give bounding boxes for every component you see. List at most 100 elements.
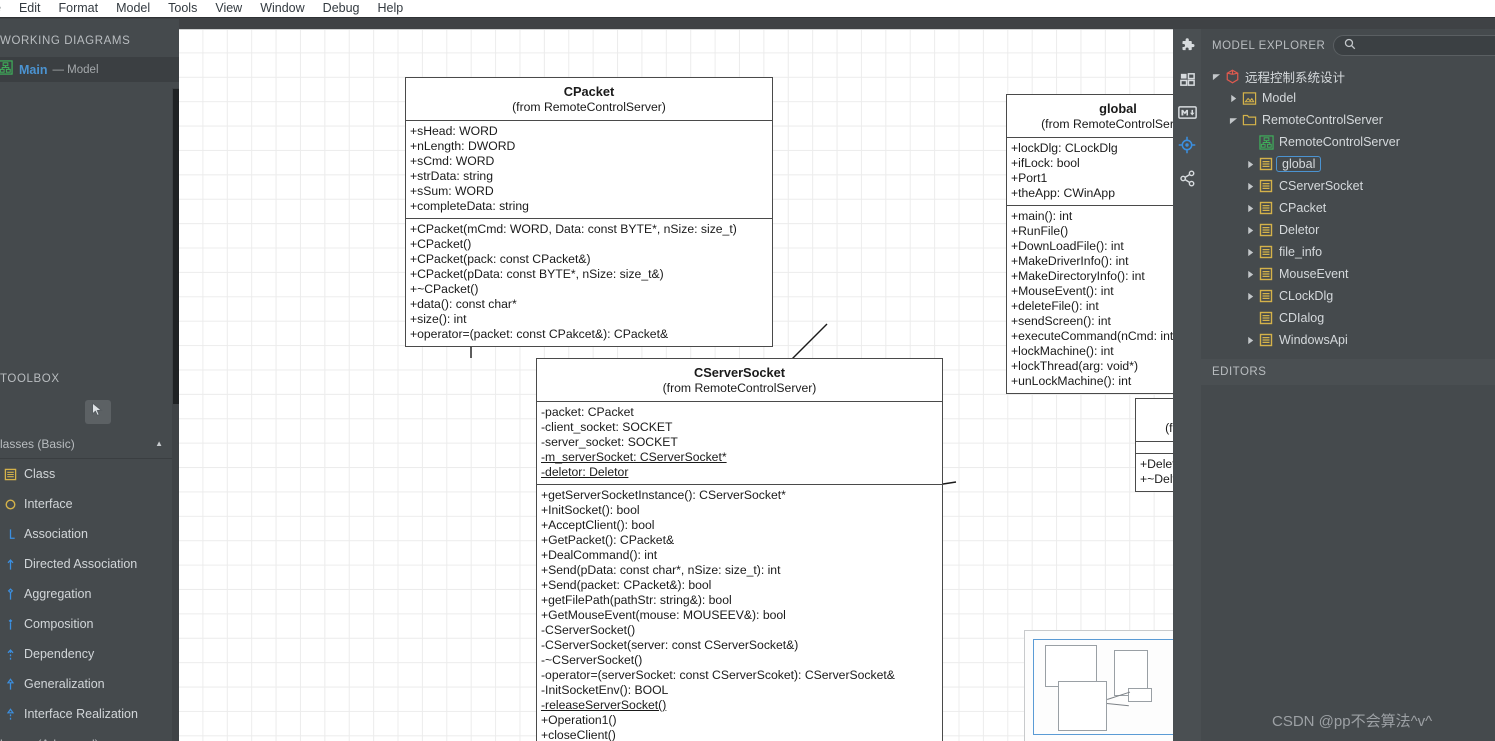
model-explorer-title: MODEL EXPLORER xyxy=(1212,39,1326,52)
markdown-icon[interactable] xyxy=(1176,101,1198,123)
tree-item-file_info[interactable]: file_info xyxy=(1201,241,1495,263)
menu-item-view[interactable]: View xyxy=(206,0,251,17)
uml-class-deletor[interactable]: Deletor(from RemoteControlServer) +Delete… xyxy=(1135,398,1173,492)
menu-item-edit[interactable]: Edit xyxy=(10,0,50,17)
toolbox-item-interface-realization[interactable]: Interface Realization xyxy=(0,699,179,729)
menu-item-model[interactable]: Model xyxy=(107,0,159,17)
toolbox-group-lasses--basic-[interactable]: lasses (Basic) ▲ xyxy=(0,429,179,459)
uml-operation: +DownLoadFile(): int xyxy=(1011,239,1124,253)
uml-class-global[interactable]: global(from RemoteControlServer)+lockDlg… xyxy=(1006,94,1173,394)
uml-operation: +operator=(packet: const CPakcet&): CPac… xyxy=(410,327,669,341)
uml-operations-compartment: +getServerSocketInstance(): CServerSocke… xyxy=(537,485,942,741)
class-icon xyxy=(1257,333,1275,347)
twisty-expanded-icon[interactable] xyxy=(1226,116,1240,125)
twisty-collapsed-icon[interactable] xyxy=(1243,292,1257,301)
share-network-icon[interactable] xyxy=(1176,167,1198,189)
uml-attribute: +ifLock: bool xyxy=(1011,156,1080,170)
uml-class-name: CPacket xyxy=(563,84,615,99)
uml-class-name: Deletor xyxy=(1140,405,1173,420)
tree-item-model[interactable]: Model xyxy=(1201,87,1495,109)
tree-item-label: 远程控制系统设计 xyxy=(1245,70,1346,85)
tree-item-remotecontrolserver[interactable]: RemoteControlServer xyxy=(1201,131,1495,153)
uml-class-name: global xyxy=(1099,101,1137,116)
menu-item-help[interactable]: Help xyxy=(369,0,413,17)
twisty-expanded-icon[interactable] xyxy=(1209,72,1223,81)
class-icon xyxy=(0,468,20,481)
extension-icon[interactable] xyxy=(1176,35,1198,57)
tree-item-mouseevent[interactable]: MouseEvent xyxy=(1201,263,1495,285)
pointer-cursor-icon xyxy=(91,401,104,422)
uml-class-package: (from RemoteControlServer) xyxy=(1041,117,1173,131)
grid-layout-icon[interactable] xyxy=(1176,68,1198,90)
canvas-top-border xyxy=(179,29,1173,30)
twisty-collapsed-icon[interactable] xyxy=(1243,336,1257,345)
tree-item-label: CDIalog xyxy=(1279,311,1325,325)
uml-class-cpacket[interactable]: CPacket (from RemoteControlServer) +sHead:… xyxy=(405,77,773,347)
tree-item-cserversocket[interactable]: CServerSocket xyxy=(1201,175,1495,197)
menu-item-format[interactable]: Format xyxy=(50,0,108,17)
working-diagram-item-main[interactable]: Main — Model xyxy=(0,57,179,82)
working-diagram-name: Main xyxy=(19,62,48,77)
twisty-collapsed-icon[interactable] xyxy=(1226,94,1240,103)
diagram-canvas[interactable]: 0..1 CPacket(from RemoteControlServer)+s… xyxy=(179,29,1173,741)
tree-item-global[interactable]: global xyxy=(1201,153,1495,175)
toolbox-item-label: Association xyxy=(24,527,88,541)
uml-operation: +Deletetor() xyxy=(1140,457,1173,471)
twisty-collapsed-icon[interactable] xyxy=(1243,248,1257,257)
toolbox-item-association[interactable]: Association xyxy=(0,519,179,549)
tree-item-cdialog[interactable]: CDIalog xyxy=(1201,307,1495,329)
toolbox-item-generalization[interactable]: Generalization xyxy=(0,669,179,699)
menu-item-window[interactable]: Window xyxy=(251,0,313,17)
uml-attribute: +sCmd: WORD xyxy=(410,154,495,168)
model-explorer-tree: 远程控制系统设计 Model RemoteControlServer RemoteCo… xyxy=(1201,62,1495,351)
twisty-collapsed-icon[interactable] xyxy=(1243,160,1257,169)
left-panel-scrollbar[interactable] xyxy=(172,88,179,741)
interface-realization-icon xyxy=(0,707,20,721)
toolbox-group-lasses--advanced-[interactable]: lasses (Advanced)▼ xyxy=(0,729,179,741)
uml-attribute: +Port1 xyxy=(1011,171,1048,185)
toolbox-item-interface[interactable]: Interface xyxy=(0,489,179,519)
project-cube-icon xyxy=(1223,69,1241,84)
target-crosshair-icon[interactable] xyxy=(1176,134,1198,156)
model-explorer-search[interactable] xyxy=(1333,35,1495,56)
toolbox-header: TOOLBOX xyxy=(0,373,60,385)
toolbox-item-label: Composition xyxy=(24,617,94,631)
uml-attributes-compartment: +sHead: WORD +nLength: DWORD +sCmd: WORD +s… xyxy=(406,121,772,218)
menu-item-debug[interactable]: Debug xyxy=(314,0,369,17)
toolbox-item-class[interactable]: Class xyxy=(0,459,179,489)
search-input[interactable] xyxy=(1360,38,1495,53)
tree-item-windowsapi[interactable]: WindowsApi xyxy=(1201,329,1495,351)
twisty-collapsed-icon[interactable] xyxy=(1243,204,1257,213)
tree-item-clockdlg[interactable]: CLockDlg xyxy=(1201,285,1495,307)
twisty-collapsed-icon[interactable] xyxy=(1243,182,1257,191)
uml-class-header: CPacket (from RemoteControlServer) xyxy=(406,78,772,120)
tree-item-remotecontrolserver[interactable]: RemoteControlServer xyxy=(1201,109,1495,131)
uml-attribute: +sSum: WORD xyxy=(410,184,494,198)
toolbox-item-label: Directed Association xyxy=(24,557,138,571)
tree-item-[interactable]: 远程控制系统设计 xyxy=(1201,65,1495,87)
uml-class-package: (from RemoteControlServer) xyxy=(662,381,817,395)
tree-item-cpacket[interactable]: CPacket xyxy=(1201,197,1495,219)
diagram-minimap[interactable] xyxy=(1024,630,1173,741)
toolbox-item-composition[interactable]: Composition xyxy=(0,609,179,639)
twisty-collapsed-icon[interactable] xyxy=(1243,226,1257,235)
class-icon xyxy=(1257,267,1275,281)
menu-item-tools[interactable]: Tools xyxy=(159,0,206,17)
tree-item-deletor[interactable]: Deletor xyxy=(1201,219,1495,241)
uml-class-cserversocket[interactable]: CServerSocket (from RemoteControlServer) -… xyxy=(536,358,943,741)
uml-operation: +Send(packet: CPacket&): bool xyxy=(541,578,712,592)
uml-operation: -CServerSocket(server: const CServerSock… xyxy=(541,638,799,652)
tree-item-label: MouseEvent xyxy=(1279,267,1349,281)
uml-attribute: -server_socket: SOCKET xyxy=(541,435,678,449)
pointer-tool-button[interactable] xyxy=(84,400,111,424)
uml-class-header: global(from RemoteControlServer) xyxy=(1007,95,1173,137)
toolbox-item-directed-association[interactable]: Directed Association xyxy=(0,549,179,579)
twisty-collapsed-icon[interactable] xyxy=(1243,270,1257,279)
uml-operation: -~CServerSocket() xyxy=(541,653,643,667)
toolbox-item-aggregation[interactable]: Aggregation xyxy=(0,579,179,609)
tree-item-label: CLockDlg xyxy=(1279,289,1334,303)
search-icon xyxy=(1344,37,1356,55)
toolbox-item-dependency[interactable]: Dependency xyxy=(0,639,179,669)
uml-operation: +getFilePath(pathStr: string&): bool xyxy=(541,593,732,607)
menu-item-e[interactable]: e xyxy=(0,0,10,17)
